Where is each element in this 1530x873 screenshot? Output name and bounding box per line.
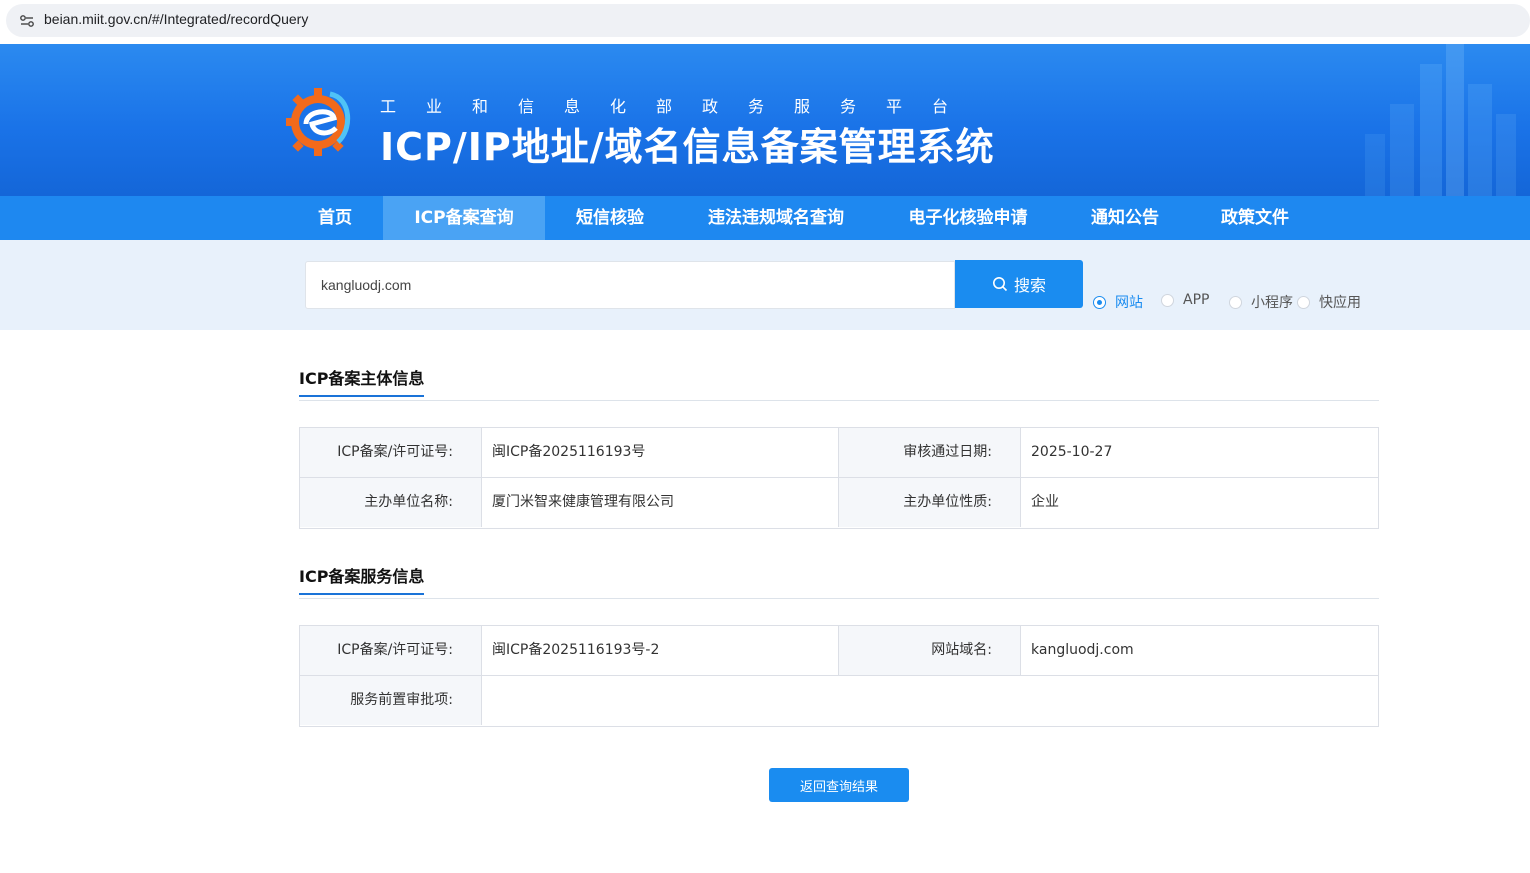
service-section-title: ICP备案服务信息 [299,563,425,595]
browser-address-bar: beian.miit.gov.cn/#/Integrated/recordQue… [0,0,1530,44]
city-skyline-graphic [1365,44,1516,196]
nav-item-announcements[interactable]: 通知公告 [1076,196,1174,240]
service-section-header: ICP备案服务信息 [299,561,1379,599]
nav-item-policy-docs[interactable]: 政策文件 [1206,196,1304,240]
url-field[interactable]: beian.miit.gov.cn/#/Integrated/recordQue… [6,4,1530,37]
radio-app[interactable]: APP [1161,292,1209,308]
radio-website[interactable]: 网站 [1093,292,1143,312]
preapproval-label: 服务前置审批项: [300,676,481,725]
table-row: 主办单位名称: 厦门米智来健康管理有限公司 主办单位性质: 企业 [300,478,1378,528]
table-row: 服务前置审批项: [300,676,1378,726]
radio-label: 小程序 [1251,295,1293,311]
search-button[interactable]: 搜索 [955,260,1083,308]
main-nav: 首页 ICP备案查询 短信核验 违法违规域名查询 电子化核验申请 通知公告 政策… [0,196,1530,240]
radio-quickapp[interactable]: 快应用 [1297,292,1361,312]
org-name-label: 主办单位名称: [300,478,481,527]
nav-item-sms-verify[interactable]: 短信核验 [560,196,660,240]
logo-icon [286,88,351,156]
license-label: ICP备案/许可证号: [300,428,481,477]
site-info-icon[interactable] [18,12,36,30]
radio-dot [1161,293,1174,307]
domain-label: 网站域名: [838,626,1020,675]
radio-miniprogram[interactable]: 小程序 [1229,292,1293,312]
radio-dot [1093,295,1106,309]
header-banner: 工业和信息化部政务服务平台 ICP/IP地址/域名信息备案管理系统 [0,44,1530,196]
banner-subtitle: 工业和信息化部政务服务平台 [380,97,979,116]
url-text: beian.miit.gov.cn/#/Integrated/recordQue… [44,11,309,27]
org-type-value: 企业 [1020,478,1378,527]
preapproval-value [481,676,1378,725]
nav-item-home[interactable]: 首页 [300,196,370,240]
radio-label: 网站 [1115,295,1143,311]
license-value: 闽ICP备2025116193号 [481,428,838,477]
search-button-label: 搜索 [1013,278,1046,295]
nav-item-electronic-verify[interactable]: 电子化核验申请 [893,196,1043,240]
org-name-value: 厦门米智来健康管理有限公司 [481,478,838,527]
approval-date-value: 2025-10-27 [1020,428,1378,477]
service-license-value: 闽ICP备2025116193号-2 [481,626,838,675]
entity-section-header: ICP备案主体信息 [299,363,1379,401]
radio-dot [1229,295,1242,309]
radio-label: APP [1183,292,1210,308]
search-area: 搜索 网站 APP 小程序 快应用 [0,240,1530,330]
radio-label: 快应用 [1319,295,1361,311]
nav-item-icp-query[interactable]: ICP备案查询 [383,196,545,240]
service-license-label: ICP备案/许可证号: [300,626,481,675]
table-row: ICP备案/许可证号: 闽ICP备2025116193号-2 网站域名: kan… [300,626,1378,676]
nav-item-illegal-domain-query[interactable]: 违法违规域名查询 [690,196,862,240]
approval-date-label: 审核通过日期: [838,428,1020,477]
search-icon [992,277,1008,292]
org-type-label: 主办单位性质: [838,478,1020,527]
entity-section-title: ICP备案主体信息 [299,365,425,397]
radio-dot [1297,295,1310,309]
entity-info-table: ICP备案/许可证号: 闽ICP备2025116193号 审核通过日期: 202… [299,427,1379,529]
domain-value: kangluodj.com [1020,626,1378,675]
back-to-results-button[interactable]: 返回查询结果 [769,768,909,802]
banner-title: ICP/IP地址/域名信息备案管理系统 [380,125,995,169]
service-info-table: ICP备案/许可证号: 闽ICP备2025116193号-2 网站域名: kan… [299,625,1379,727]
search-input[interactable] [305,261,955,309]
table-row: ICP备案/许可证号: 闽ICP备2025116193号 审核通过日期: 202… [300,428,1378,478]
